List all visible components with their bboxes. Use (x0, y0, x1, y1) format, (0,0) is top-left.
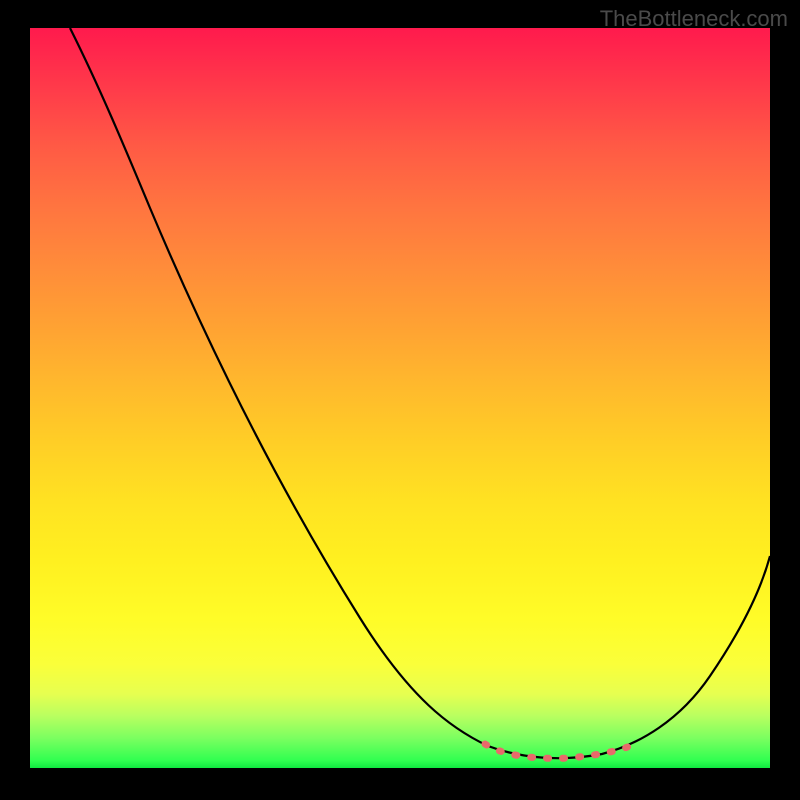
chart-container: TheBottleneck.com (0, 0, 800, 800)
plot-area (30, 28, 770, 768)
bottleneck-curve (70, 28, 770, 758)
watermark-text: TheBottleneck.com (600, 6, 788, 32)
curve-svg (30, 28, 770, 768)
